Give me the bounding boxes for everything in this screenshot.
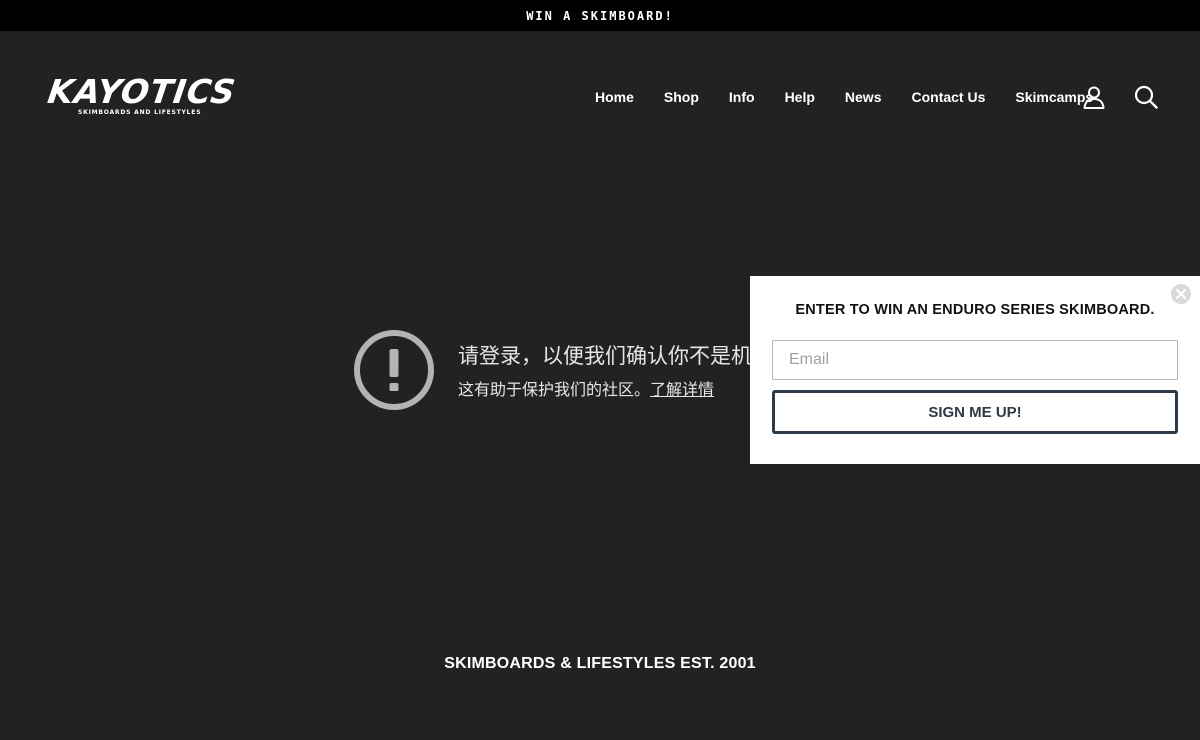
popup-close-button[interactable] xyxy=(1171,284,1191,304)
announcement-bar[interactable]: WIN A SKIMBOARD! xyxy=(0,0,1200,31)
logo-tagline: SKIMBOARDS AND LIFESTYLES xyxy=(78,109,202,116)
footer-tagline: SKIMBOARDS & LIFESTYLES EST. 2001 xyxy=(444,655,756,672)
nav-contact-us[interactable]: Contact Us xyxy=(896,89,1000,105)
announcement-text[interactable]: WIN A SKIMBOARD! xyxy=(526,9,674,23)
search-icon xyxy=(1134,85,1158,109)
email-input[interactable] xyxy=(772,340,1178,380)
exclamation-circle-icon xyxy=(354,330,434,410)
sign-up-button[interactable]: SIGN ME UP! xyxy=(772,390,1178,434)
newsletter-popup: ENTER TO WIN AN ENDURO SERIES SKIMBOARD.… xyxy=(750,276,1200,464)
learn-more-link[interactable]: 了解详情 xyxy=(650,380,714,399)
popup-title: ENTER TO WIN AN ENDURO SERIES SKIMBOARD. xyxy=(795,302,1155,318)
site-header: KAYOTICS SKIMBOARDS AND LIFESTYLES Home … xyxy=(0,31,1200,161)
nav-help[interactable]: Help xyxy=(770,89,830,105)
site-logo[interactable]: KAYOTICS SKIMBOARDS AND LIFESTYLES xyxy=(45,72,239,119)
message-title: 请登录，以便我们确认你不是机器人 xyxy=(458,344,758,368)
search-button[interactable] xyxy=(1133,84,1159,110)
login-required-message: 请登录，以便我们确认你不是机器人 这有助于保护我们的社区。了解详情 xyxy=(352,328,758,412)
close-icon xyxy=(1176,289,1186,299)
user-icon xyxy=(1083,86,1105,109)
main-nav: Home Shop Info Help News Contact Us Skim… xyxy=(580,82,1108,112)
nav-shop[interactable]: Shop xyxy=(649,89,714,105)
nav-news[interactable]: News xyxy=(830,89,897,105)
message-subtitle: 这有助于保护我们的社区。了解详情 xyxy=(458,376,758,400)
nav-info[interactable]: Info xyxy=(714,89,770,105)
logo-wordmark: KAYOTICS xyxy=(45,72,239,111)
message-subtitle-text: 这有助于保护我们的社区。 xyxy=(458,380,651,399)
nav-home[interactable]: Home xyxy=(580,89,649,105)
account-button[interactable] xyxy=(1081,84,1107,110)
